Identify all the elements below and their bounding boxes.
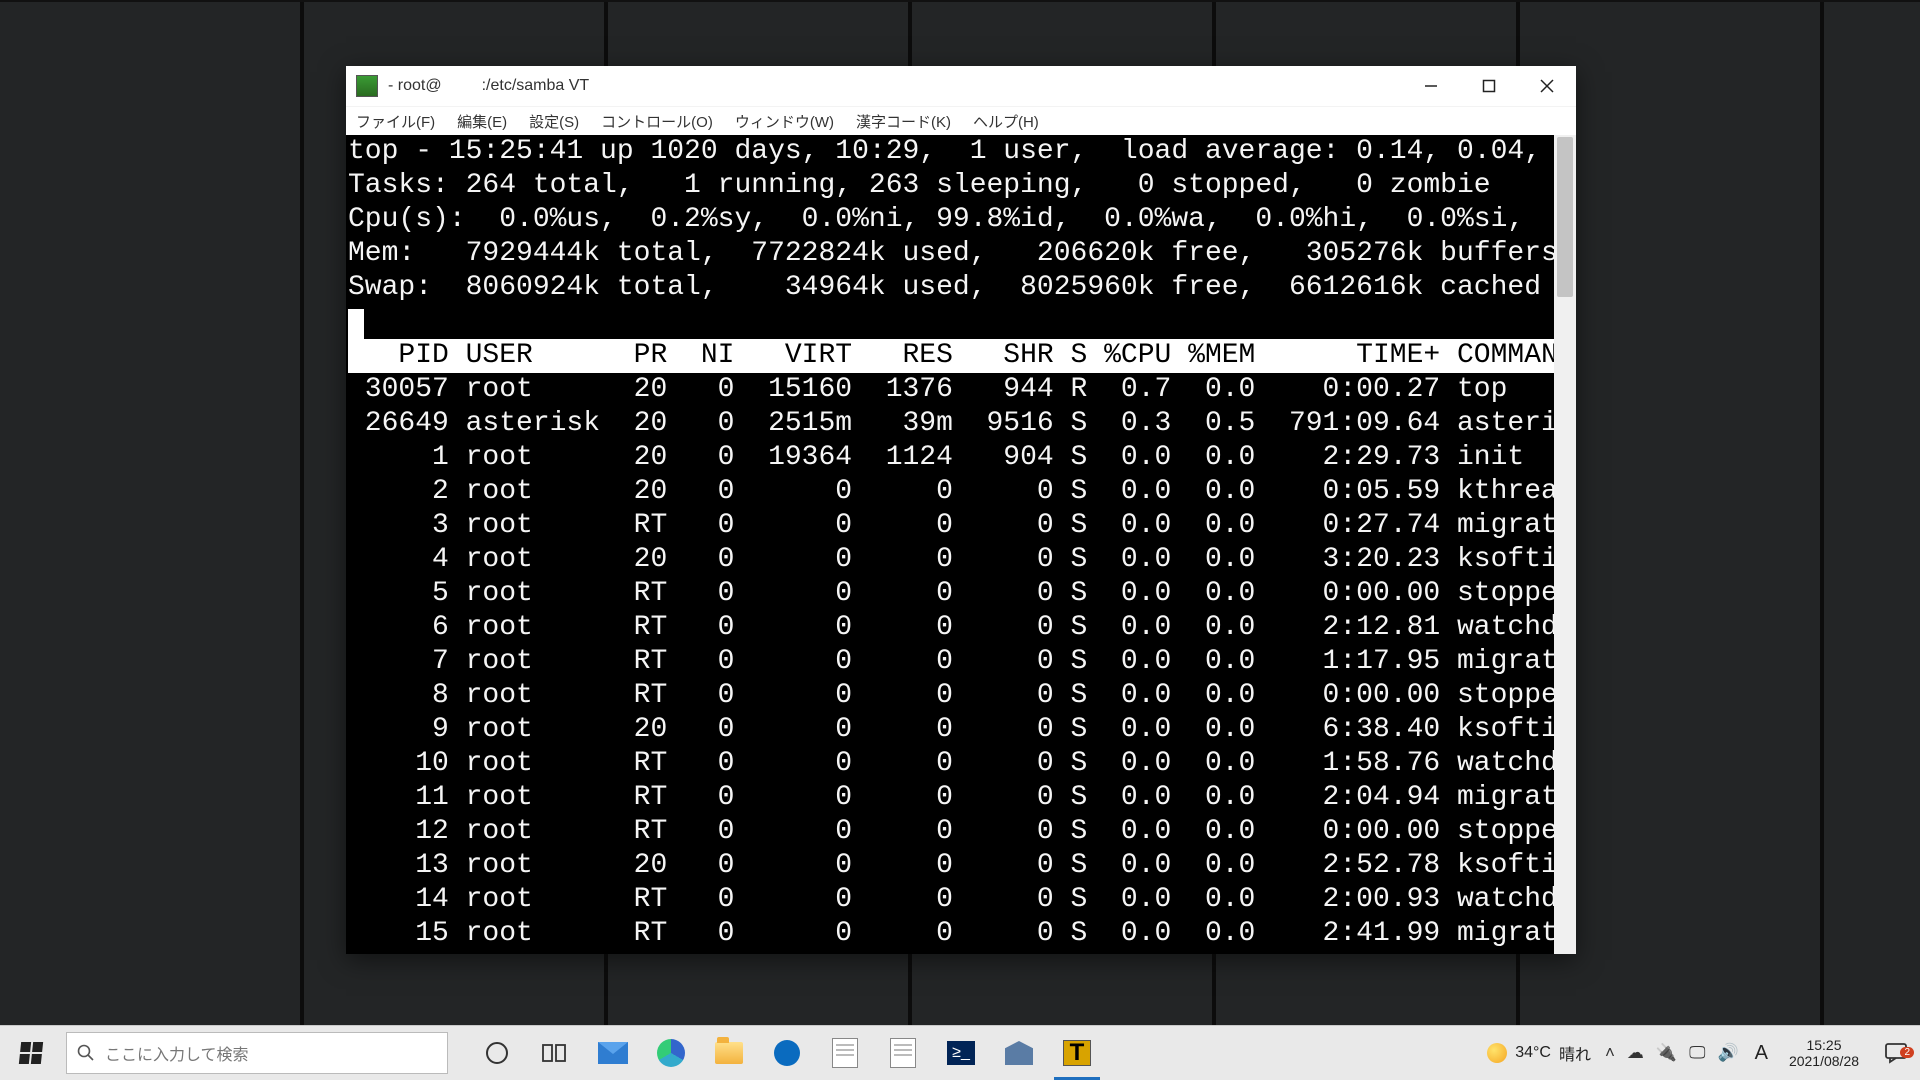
ime-indicator[interactable]: A	[1755, 1042, 1768, 1065]
taskbar-app-mail[interactable]	[584, 1026, 642, 1080]
search-placeholder: ここに入力して検索	[105, 1041, 249, 1065]
notification-count: 2	[1900, 1047, 1914, 1058]
weather-text: 晴れ	[1559, 1041, 1591, 1065]
system-tray: 34°C 晴れ ˄ ☁ 🔌 🖵 🔊 A 15:25 2021/08/28 2	[1487, 1026, 1920, 1080]
menu-setup[interactable]: 設定(S)	[525, 109, 583, 134]
taskbar-app-services[interactable]	[990, 1026, 1048, 1080]
cortana-button[interactable]	[468, 1026, 526, 1080]
notepad-icon	[832, 1038, 858, 1068]
tray-overflow-icon[interactable]: ˄	[1605, 1043, 1615, 1063]
window-title-right: :/etc/samba VT	[482, 77, 630, 95]
menu-bar: ファイル(F) 編集(E) 設定(S) コントロール(O) ウィンドウ(W) 漢…	[346, 106, 1576, 135]
menu-help[interactable]: ヘルプ(H)	[969, 109, 1043, 134]
taskbar-app-explorer[interactable]	[700, 1026, 758, 1080]
tray-display-icon[interactable]: 🖵	[1689, 1043, 1705, 1063]
maximize-button[interactable]	[1460, 66, 1518, 106]
weather-icon	[1487, 1043, 1507, 1063]
menu-window[interactable]: ウィンドウ(W)	[731, 109, 838, 134]
taskbar-app-powershell[interactable]: ≥_	[932, 1026, 990, 1080]
dell-icon	[774, 1040, 800, 1066]
scrollbar-thumb[interactable]	[1557, 137, 1573, 297]
menu-kanji[interactable]: 漢字コード(K)	[852, 109, 955, 134]
window-titlebar[interactable]: - root@ :/etc/samba VT	[346, 66, 1576, 106]
taskbar-app-edge[interactable]	[642, 1026, 700, 1080]
edge-icon	[657, 1039, 685, 1067]
teraterm-taskbar-icon: T	[1063, 1040, 1091, 1066]
taskbar: ここに入力して検索 ≥_ T 34°C 晴れ ˄ ☁ 🔌 🖵 🔊 A 15:25…	[0, 1025, 1920, 1080]
terminal-window: - root@ :/etc/samba VT ファイル(F) 編集(E) 設定(…	[346, 66, 1576, 954]
menu-edit[interactable]: 編集(E)	[453, 109, 511, 134]
menu-file[interactable]: ファイル(F)	[352, 109, 439, 134]
mail-icon	[598, 1042, 628, 1064]
taskbar-app-notepad2[interactable]	[874, 1026, 932, 1080]
search-icon	[77, 1044, 95, 1062]
close-button[interactable]	[1518, 66, 1576, 106]
powershell-icon: ≥_	[947, 1041, 975, 1065]
taskbar-weather[interactable]: 34°C 晴れ	[1487, 1041, 1591, 1065]
windows-icon	[19, 1042, 43, 1064]
weather-temp: 34°C	[1515, 1044, 1551, 1062]
window-title-left: - root@	[388, 77, 482, 95]
menu-control[interactable]: コントロール(O)	[597, 109, 717, 134]
start-button[interactable]	[0, 1026, 62, 1080]
action-center-button[interactable]: 2	[1872, 1042, 1920, 1064]
taskbar-app-notepad[interactable]	[816, 1026, 874, 1080]
terminal-output[interactable]: top - 15:25:41 up 1020 days, 10:29, 1 us…	[346, 135, 1554, 954]
clock-time: 15:25	[1806, 1037, 1841, 1053]
tray-power-icon[interactable]: 🔌	[1656, 1043, 1677, 1063]
taskbar-clock[interactable]: 15:25 2021/08/28	[1776, 1037, 1872, 1069]
taskbar-pinned: ≥_ T	[468, 1026, 1106, 1080]
task-view-button[interactable]	[526, 1026, 584, 1080]
services-icon	[1005, 1041, 1033, 1065]
terminal-scrollbar[interactable]	[1554, 135, 1576, 954]
notepad2-icon	[890, 1038, 916, 1068]
tray-onedrive-icon[interactable]: ☁	[1627, 1043, 1644, 1063]
minimize-button[interactable]	[1402, 66, 1460, 106]
taskbar-app-teraterm[interactable]: T	[1048, 1026, 1106, 1080]
folder-icon	[715, 1042, 743, 1064]
clock-date: 2021/08/28	[1789, 1053, 1859, 1069]
taskbar-search[interactable]: ここに入力して検索	[66, 1032, 448, 1074]
teraterm-icon	[356, 75, 378, 97]
tray-volume-icon[interactable]: 🔊	[1717, 1043, 1738, 1063]
taskbar-app-dell[interactable]	[758, 1026, 816, 1080]
